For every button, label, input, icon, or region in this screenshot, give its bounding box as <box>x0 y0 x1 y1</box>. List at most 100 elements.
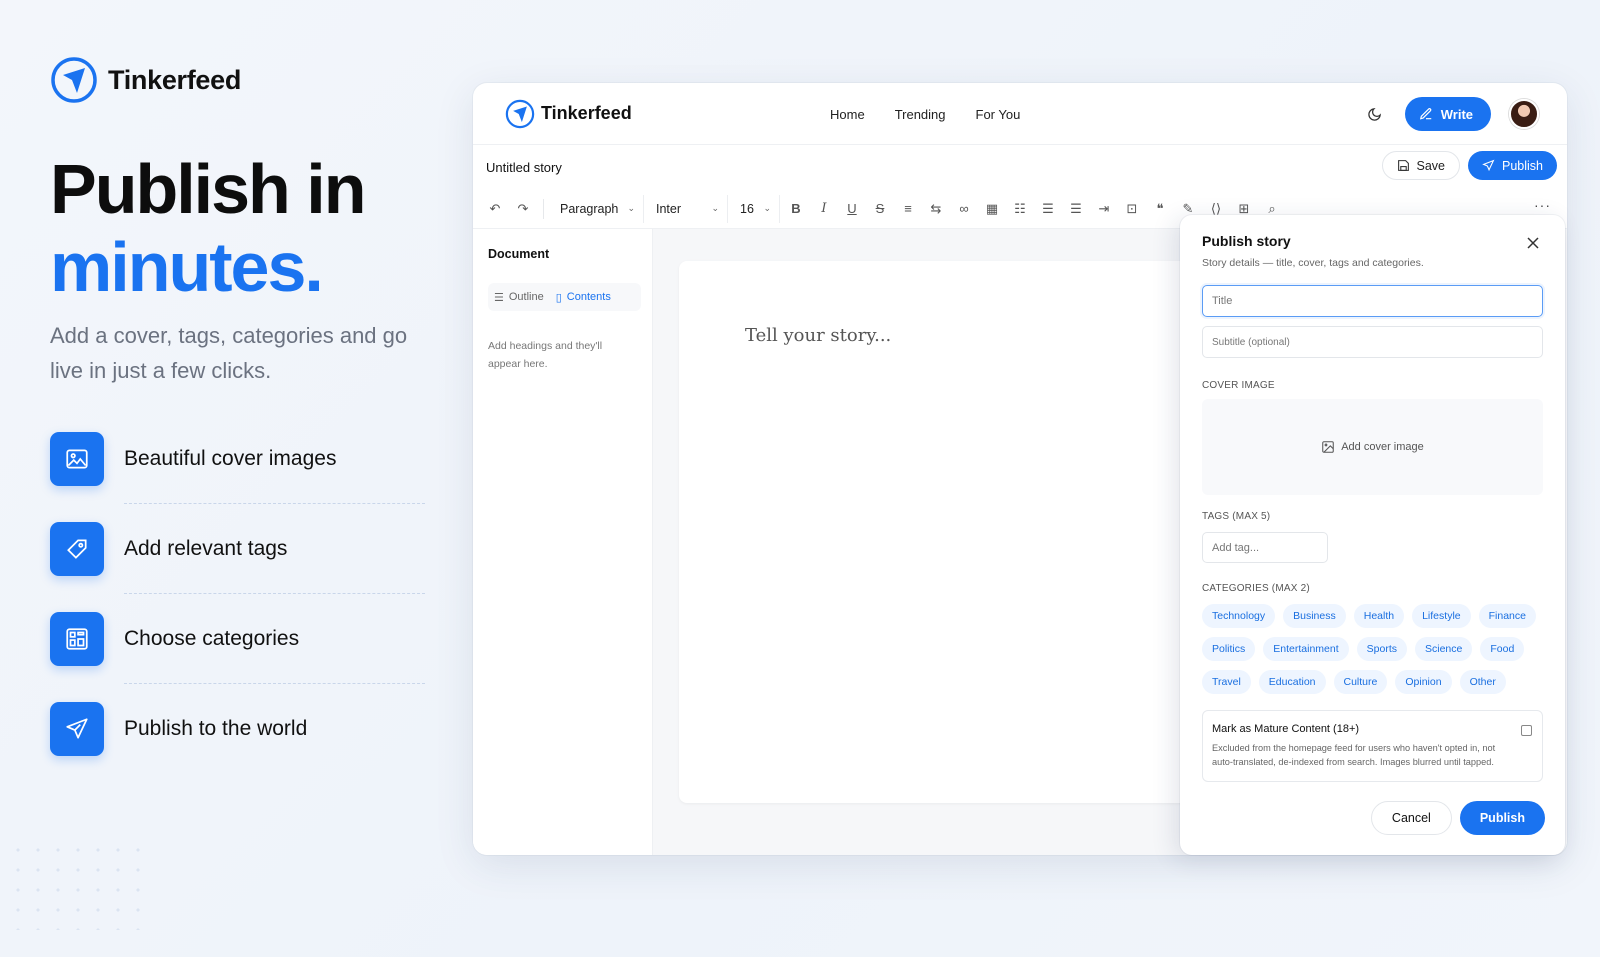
font-size-select[interactable]: 16 ⌄ <box>732 194 780 223</box>
editor-placeholder[interactable]: Tell your story... <box>745 325 891 346</box>
hero-subtitle: Add a cover, tags, categories and go liv… <box>50 323 408 383</box>
chevron-down-icon: ⌄ <box>763 203 771 213</box>
moon-icon[interactable] <box>1363 102 1387 126</box>
story-title[interactable]: Untitled story <box>486 160 562 175</box>
cover-image-dropzone[interactable]: Add cover image <box>1202 399 1543 495</box>
save-label: Save <box>1416 158 1446 173</box>
app-brand[interactable]: Tinkerfeed <box>505 99 632 129</box>
align-icon[interactable]: ≡ <box>896 197 920 221</box>
redo-icon[interactable]: ↷ <box>511 197 535 221</box>
text-format-icon[interactable]: ⇆ <box>924 197 948 221</box>
panel-actions: Cancel Publish <box>1370 801 1545 835</box>
tab-outline[interactable]: ☰ Outline <box>494 291 544 304</box>
tag-icon <box>50 522 104 576</box>
story-actions: Save Publish <box>1381 151 1557 180</box>
tab-outline-label: Outline <box>508 291 544 303</box>
sidebar-hint: Add headings and they'll appear here. <box>488 340 603 370</box>
toolbar-divider <box>543 198 544 219</box>
image-icon <box>50 432 104 486</box>
tab-contents[interactable]: ▯ Contents <box>556 291 611 304</box>
category-chip[interactable]: Other <box>1459 670 1506 694</box>
category-chip[interactable]: Technology <box>1202 604 1276 628</box>
category-chip[interactable]: Education <box>1258 670 1326 694</box>
close-icon[interactable] <box>1523 233 1543 253</box>
publish-top-button[interactable]: Publish <box>1468 151 1557 180</box>
feature-label: Publish to the world <box>124 717 308 740</box>
category-chip[interactable]: Lifestyle <box>1412 604 1471 628</box>
category-chip[interactable]: Business <box>1283 604 1346 628</box>
code-block-icon[interactable]: ⊡ <box>1120 197 1144 221</box>
hero-brand: Tinkerfeed <box>50 56 241 104</box>
app-navbar: Tinkerfeed Home Trending For You Write <box>473 83 1567 145</box>
category-chip[interactable]: Food <box>1480 637 1525 661</box>
underline-icon[interactable]: U <box>840 197 864 221</box>
mature-content-option: Mark as Mature Content (18+) Excluded fr… <box>1202 710 1543 782</box>
category-chip[interactable]: Travel <box>1202 670 1251 694</box>
nav-trending[interactable]: Trending <box>895 107 946 122</box>
strikethrough-icon[interactable]: S <box>868 197 892 221</box>
nav-home[interactable]: Home <box>830 107 865 122</box>
category-chip[interactable]: Entertainment <box>1263 637 1349 661</box>
book-icon: ▯ <box>555 291 562 304</box>
title-input[interactable] <box>1202 285 1543 317</box>
insert-chart-icon[interactable]: ▦ <box>980 197 1004 221</box>
cover-image-cta: Add cover image <box>1341 441 1424 453</box>
editor-paper[interactable]: Tell your story... <box>679 261 1199 803</box>
quote-icon[interactable]: ❝ <box>1148 197 1172 221</box>
feature-item: Add relevant tags <box>50 522 425 594</box>
write-button[interactable]: Write <box>1404 97 1491 131</box>
feature-label: Beautiful cover images <box>124 447 337 470</box>
edit-icon <box>1419 108 1432 120</box>
category-chip[interactable]: Politics <box>1202 637 1256 661</box>
category-chip[interactable]: Health <box>1353 604 1405 628</box>
link-icon[interactable]: ∞ <box>952 197 976 221</box>
checklist-icon[interactable]: ☷ <box>1008 197 1032 221</box>
bold-icon[interactable]: B <box>784 197 808 221</box>
bullet-list-icon[interactable]: ☰ <box>1036 197 1060 221</box>
image-icon <box>1322 441 1334 453</box>
category-chip[interactable]: Sports <box>1356 637 1407 661</box>
font-value: Inter <box>656 201 682 216</box>
cover-image-label: COVER IMAGE <box>1202 380 1275 391</box>
publish-button[interactable]: Publish <box>1459 801 1545 835</box>
mature-content-checkbox[interactable] <box>1521 725 1532 736</box>
panel-subtitle: Story details — title, cover, tags and c… <box>1202 257 1424 269</box>
tinkerfeed-logo-icon <box>51 57 97 103</box>
nav-for-you[interactable]: For You <box>976 107 1021 122</box>
category-chip[interactable]: Finance <box>1478 604 1536 628</box>
tags-label: TAGS (MAX 5) <box>1202 511 1271 522</box>
outline-icon: ☰ <box>494 291 504 304</box>
document-sidebar: Document ☰ Outline ▯ Contents Add headin… <box>473 229 653 855</box>
send-icon <box>1482 159 1495 172</box>
publish-top-label: Publish <box>1502 158 1543 173</box>
mature-content-title: Mark as Mature Content (18+) <box>1212 723 1360 735</box>
category-chip[interactable]: Science <box>1415 637 1473 661</box>
subtitle-input[interactable] <box>1202 326 1543 358</box>
font-select[interactable]: Inter ⌄ <box>648 194 728 223</box>
category-chips: Technology Business Health Lifestyle Fin… <box>1202 604 1547 694</box>
undo-icon[interactable]: ↶ <box>483 197 507 221</box>
write-label: Write <box>1440 106 1473 122</box>
block-type-value: Paragraph <box>560 201 619 216</box>
more-icon[interactable]: ··· <box>1534 197 1551 213</box>
mature-content-description: Excluded from the homepage feed for user… <box>1212 743 1496 767</box>
chevron-down-icon: ⌄ <box>627 203 635 213</box>
avatar[interactable] <box>1509 99 1539 129</box>
send-icon <box>50 702 104 756</box>
numbered-list-icon[interactable]: ☰ <box>1064 197 1088 221</box>
feature-item: Publish to the world <box>50 702 425 756</box>
category-chip[interactable]: Opinion <box>1395 670 1452 694</box>
nav-links: Home Trending For You <box>830 83 1020 145</box>
tag-input[interactable] <box>1202 532 1328 563</box>
save-button[interactable]: Save <box>1381 151 1460 180</box>
tab-contents-label: Contents <box>566 291 611 303</box>
save-icon <box>1397 160 1409 171</box>
indent-icon[interactable]: ⇥ <box>1092 197 1116 221</box>
block-type-select[interactable]: Paragraph ⌄ <box>552 194 644 223</box>
nav-actions: Write <box>1363 83 1539 145</box>
cancel-button[interactable]: Cancel <box>1370 801 1452 835</box>
story-bar: Untitled story Save Publish <box>473 145 1567 189</box>
category-chip[interactable]: Culture <box>1333 670 1388 694</box>
italic-icon[interactable]: I <box>812 197 836 221</box>
categories-label: CATEGORIES (MAX 2) <box>1202 583 1310 594</box>
